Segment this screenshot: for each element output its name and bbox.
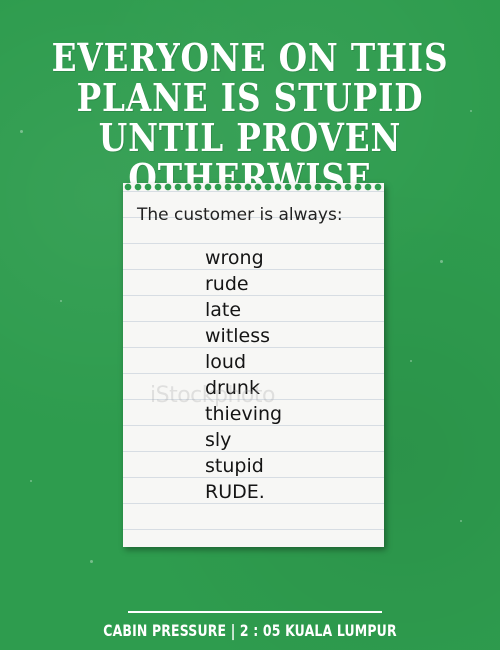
note-list: wrong rude late witless loud drunk thiev… [205, 245, 282, 505]
headline: EVERYONE ON THIS PLANE IS STUPID UNTIL P… [35, 38, 465, 198]
footer-caption: CABIN PRESSURE | 2 : 05 KUALA LUMPUR [103, 621, 397, 640]
list-item: stupid [205, 455, 264, 477]
note-intro: The customer is always: [137, 205, 343, 225]
footer-divider [128, 611, 382, 613]
watermark: iStockphoto [150, 383, 275, 408]
list-item: late [205, 299, 242, 321]
list-item: wrong [205, 247, 264, 269]
list-item: RUDE. [205, 481, 265, 503]
headline-line-2: PLANE IS STUPID [76, 75, 424, 120]
list-item: sly [205, 429, 232, 451]
list-item: loud [205, 351, 247, 373]
list-item: rude [205, 273, 249, 295]
list-item: witless [205, 325, 271, 347]
notepad-paper: The customer is always: wrong rude late … [123, 183, 384, 547]
paper-perforation [123, 183, 384, 195]
headline-line-1: EVERYONE ON THIS [51, 35, 449, 80]
